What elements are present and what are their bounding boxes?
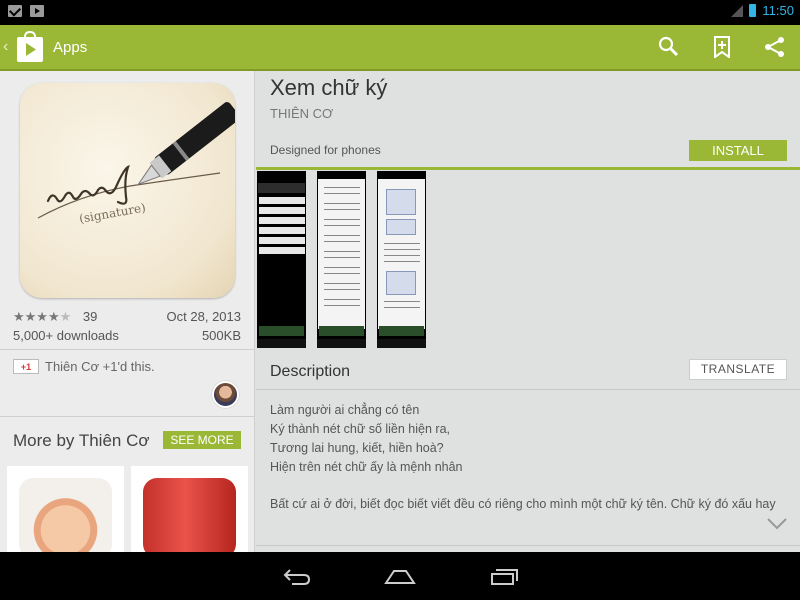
description-heading: Description	[270, 363, 351, 380]
share-icon[interactable]	[764, 36, 786, 58]
home-icon[interactable]	[384, 566, 416, 586]
user-avatar[interactable]	[212, 381, 239, 408]
back-icon[interactable]	[282, 566, 312, 586]
more-by-title: More by Thiên Cơ	[13, 431, 150, 450]
app-size: 500KB	[201, 328, 241, 343]
system-nav-bar	[0, 552, 800, 600]
wishlist-bookmark-icon[interactable]	[712, 36, 732, 58]
baby-app-thumbnail	[19, 478, 112, 552]
red-app-thumbnail	[143, 478, 236, 552]
related-app-card[interactable]	[131, 466, 248, 552]
gmail-notification-icon	[8, 5, 22, 17]
google-plus-one-icon[interactable]: +1	[13, 359, 39, 374]
app-summary-panel: (signature) ★★★★★ 39 Oct 28, 2013 5,000+…	[0, 71, 255, 552]
battery-icon	[749, 4, 757, 17]
action-bar: ‹ Apps	[0, 25, 800, 71]
status-time: 11:50	[762, 3, 794, 18]
poem-line: Làm người ai chẳng có tên	[270, 403, 420, 417]
developer-name[interactable]: THIÊN CƠ	[270, 106, 333, 121]
app-screenshot[interactable]	[377, 171, 426, 348]
accent-divider	[256, 167, 800, 170]
downloads-count: 5,000+ downloads	[13, 328, 119, 343]
status-bar: 11:50	[0, 0, 800, 25]
divider	[256, 389, 800, 390]
divider	[256, 545, 800, 546]
divider	[0, 349, 255, 350]
chevron-down-icon[interactable]	[766, 517, 788, 531]
app-screenshot[interactable]	[257, 171, 306, 348]
action-bar-title[interactable]: Apps	[53, 39, 87, 56]
play-store-logo-icon[interactable]	[15, 31, 45, 63]
poem-line: Hiện trên nét chữ ấy là mệnh nhân	[270, 460, 463, 474]
description-poem: Làm người ai chẳng có tên Ký thành nét c…	[270, 401, 463, 477]
rating-stars: ★★★★★	[13, 309, 72, 324]
up-caret-icon[interactable]: ‹	[3, 38, 8, 56]
poem-line: Tương lai hung, kiết, hiền hoà?	[270, 441, 444, 455]
divider	[0, 416, 255, 417]
related-app-card[interactable]	[7, 466, 124, 552]
app-screenshot[interactable]	[317, 171, 366, 348]
search-icon[interactable]	[658, 36, 680, 58]
update-date: Oct 28, 2013	[166, 309, 241, 324]
app-title: Xem chữ ký	[270, 75, 388, 100]
plus-one-text: Thiên Cơ +1'd this.	[45, 359, 155, 374]
signature-caption: (signature)	[78, 200, 147, 225]
app-icon: (signature)	[20, 83, 235, 298]
designed-for-label: Designed for phones	[270, 143, 381, 157]
media-notification-icon	[30, 5, 44, 17]
recent-apps-icon[interactable]	[490, 566, 520, 586]
description-paragraph: Bất cứ ai ở đời, biết đọc biết viết đều …	[270, 497, 776, 511]
poem-line: Ký thành nét chữ số liền hiện ra,	[270, 422, 451, 436]
rating-count: 39	[82, 309, 98, 324]
install-button[interactable]: INSTALL	[689, 140, 787, 161]
app-details-panel: Xem chữ ký THIÊN CƠ Designed for phones …	[256, 71, 800, 552]
translate-button[interactable]: TRANSLATE	[689, 359, 787, 380]
signal-icon	[731, 4, 744, 17]
see-more-button[interactable]: SEE MORE	[163, 431, 241, 449]
